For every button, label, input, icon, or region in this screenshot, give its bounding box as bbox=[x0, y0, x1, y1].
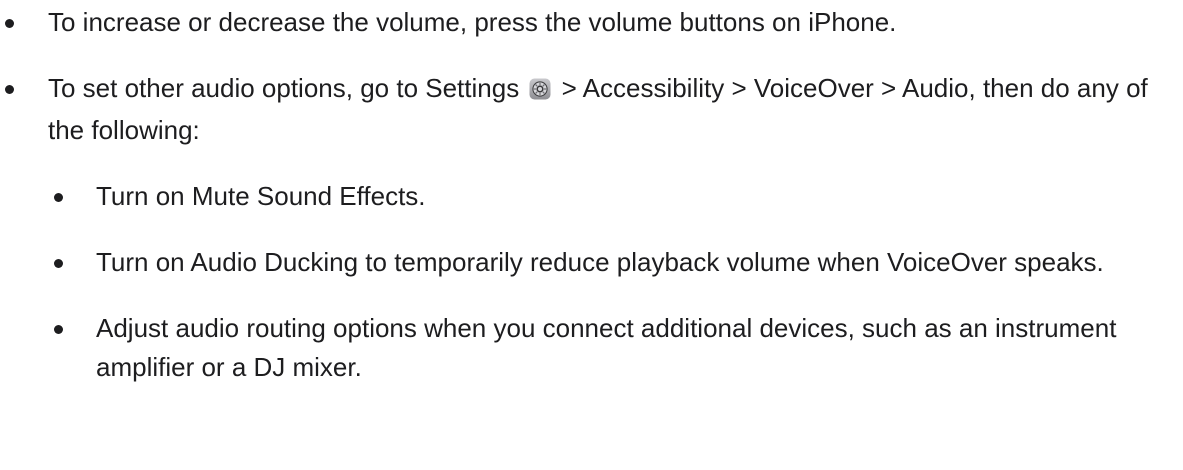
list-item: To set other audio options, go to Settin… bbox=[0, 69, 1183, 150]
sub-list-item: Adjust audio routing options when you co… bbox=[0, 309, 1183, 387]
sub-list-item-text: Adjust audio routing options when you co… bbox=[96, 313, 1117, 382]
bullet-list: To increase or decrease the volume, pres… bbox=[0, 3, 1183, 387]
settings-gear-icon bbox=[529, 72, 551, 111]
sub-list-item: Turn on Audio Ducking to temporarily red… bbox=[0, 243, 1183, 282]
list-item-text-before-icon: To set other audio options, go to Settin… bbox=[48, 73, 520, 103]
bullet-icon bbox=[5, 85, 14, 94]
bullet-icon bbox=[54, 259, 63, 268]
sub-list-item-text: Turn on Audio Ducking to temporarily red… bbox=[96, 247, 1104, 277]
document-body: To increase or decrease the volume, pres… bbox=[0, 3, 1183, 387]
bullet-icon bbox=[54, 193, 63, 202]
bullet-icon bbox=[54, 325, 63, 334]
list-item: To increase or decrease the volume, pres… bbox=[0, 3, 1183, 42]
list-item-text: To increase or decrease the volume, pres… bbox=[48, 7, 897, 37]
sub-list-item: Turn on Mute Sound Effects. bbox=[0, 177, 1183, 216]
sub-list-item-text: Turn on Mute Sound Effects. bbox=[96, 181, 426, 211]
bullet-icon bbox=[5, 19, 14, 28]
